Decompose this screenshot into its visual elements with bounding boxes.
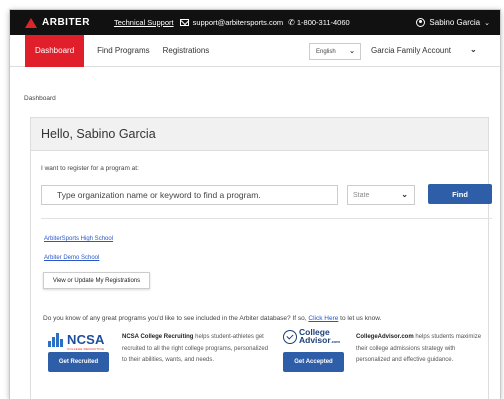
user-menu[interactable]: Sabino Garcia ⌄ [416,18,490,27]
state-select[interactable]: State ⌄ [347,185,415,205]
org-link[interactable]: ArbiterSports High School [44,236,113,242]
nav-item-dashboard[interactable]: Dashboard [25,34,85,67]
nav-item-registrations[interactable]: Registrations [163,46,210,55]
breadcrumb: Dashboard [24,95,56,102]
get-accepted-button[interactable]: Get Accepted [283,352,344,372]
click-here-link[interactable]: Click Here [308,315,338,322]
dashboard-card: Hello, Sabino Garcia I want to register … [30,117,492,399]
technical-support-link[interactable]: Technical Support [114,18,174,27]
chevron-down-icon: ⌄ [484,19,490,27]
mail-icon [179,19,189,26]
search-placeholder: Type organization name or keyword to fin… [57,190,261,200]
org-link[interactable]: Arbiter Demo School [44,255,99,261]
browser-page: ARBITER Technical Support support@arbite… [10,10,500,399]
program-search-input[interactable]: Type organization name or keyword to fin… [41,185,338,205]
greeting-title: Hello, Sabino Garcia [41,127,156,141]
arbiter-logo[interactable]: ARBITER [25,17,90,28]
state-placeholder: State [353,191,370,199]
top-bar: ARBITER Technical Support support@arbite… [10,10,500,35]
find-button[interactable]: Find [428,184,492,204]
ncsa-logo-icon [48,332,64,347]
college-advisor-logo: College Advisor.com [283,328,340,345]
ncsa-tagline: COLLEGE RECRUITING [67,347,105,351]
ncsa-description: NCSA College Recruiting helps student-at… [122,334,269,363]
arbiter-logo-icon [25,17,37,28]
brand-name: ARBITER [42,17,90,28]
college-advisor-description: CollegeAdvisor.com helps students maximi… [356,334,482,363]
language-select[interactable]: English ⌄ [309,43,361,60]
view-registrations-button[interactable]: View or Update My Registrations [43,272,150,289]
chevron-down-icon: ⌄ [349,48,355,55]
college-advisor-logo-icon [283,330,297,344]
support-phone: 1-800-311-4060 [296,18,350,27]
user-circle-icon [416,18,426,27]
main-nav: Dashboard Find Programs Registrations En… [10,34,500,67]
language-value: English [316,48,336,55]
phone-icon: ✆ [288,18,295,27]
divider [41,218,492,219]
user-name: Sabino Garcia [429,18,481,27]
nav-item-find-programs[interactable]: Find Programs [97,46,149,55]
suggest-program-text: Do you know of any great programs you'd … [43,315,382,322]
ncsa-wordmark: NCSA [67,332,105,347]
get-recruited-button[interactable]: Get Recruited [48,352,109,372]
support-email[interactable]: support@arbitersports.com [193,18,284,27]
account-name[interactable]: Garcia Family Account [371,46,451,55]
greeting-header: Hello, Sabino Garcia [31,118,488,151]
ncsa-logo: NCSA [48,332,105,347]
chevron-down-icon[interactable]: ⌄ [470,45,477,54]
register-intro: I want to register for a program at: [41,165,139,172]
chevron-down-icon: ⌄ [401,190,408,199]
